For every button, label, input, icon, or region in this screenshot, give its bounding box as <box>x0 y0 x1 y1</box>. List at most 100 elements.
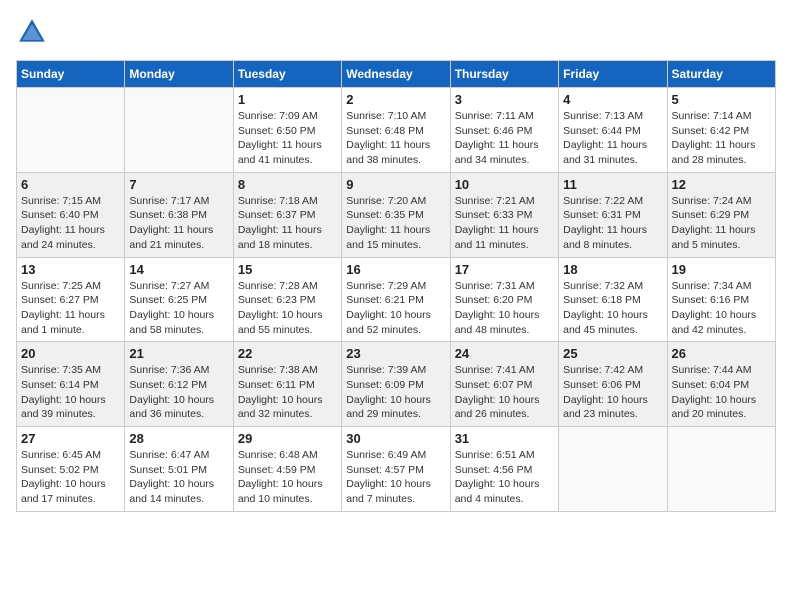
day-info: Sunrise: 7:14 AM Sunset: 6:42 PM Dayligh… <box>672 109 771 168</box>
day-number: 28 <box>129 431 228 446</box>
calendar-cell: 21Sunrise: 7:36 AM Sunset: 6:12 PM Dayli… <box>125 342 233 427</box>
day-number: 12 <box>672 177 771 192</box>
day-number: 16 <box>346 262 445 277</box>
calendar-cell: 28 Sunrise: 6:47 AM Sunset: 5:01 PM Dayli… <box>125 427 233 512</box>
logo <box>16 16 52 48</box>
day-info: Sunrise: 7:42 AM Sunset: 6:06 PM Dayligh… <box>563 363 662 422</box>
day-info: Sunrise: 7:27 AM Sunset: 6:25 PM Dayligh… <box>129 279 228 338</box>
day-number: 31 <box>455 431 554 446</box>
day-number: 13 <box>21 262 120 277</box>
day-header-sunday: Sunday <box>17 61 125 88</box>
day-info: Sunrise: 7:09 AM Sunset: 6:50 PM Dayligh… <box>238 109 337 168</box>
day-number: 15 <box>238 262 337 277</box>
calendar-cell: 26 Sunrise: 7:44 AM Sunset: 6:04 PM Dayli… <box>667 342 775 427</box>
day-number: 26 <box>672 346 771 361</box>
day-number: 14 <box>129 262 228 277</box>
day-header-friday: Friday <box>559 61 667 88</box>
calendar-cell: 11 Sunrise: 7:22 AM Sunset: 6:31 PM Dayli… <box>559 172 667 257</box>
week-row-3: 13 Sunrise: 7:25 AM Sunset: 6:27 PM Dayli… <box>17 257 776 342</box>
calendar-cell: 9 Sunrise: 7:20 AM Sunset: 6:35 PM Daylig… <box>342 172 450 257</box>
day-number: 6 <box>21 177 120 192</box>
calendar-cell <box>125 88 233 173</box>
day-info: Sunrise: 6:49 AM Sunset: 4:57 PM Dayligh… <box>346 448 445 507</box>
day-header-saturday: Saturday <box>667 61 775 88</box>
day-info: Sunrise: 7:39 AM Sunset: 6:09 PM Dayligh… <box>346 363 445 422</box>
day-header-thursday: Thursday <box>450 61 558 88</box>
calendar-cell: 19Sunrise: 7:34 AM Sunset: 6:16 PM Dayli… <box>667 257 775 342</box>
day-info: Sunrise: 6:47 AM Sunset: 5:01 PM Dayligh… <box>129 448 228 507</box>
day-number: 11 <box>563 177 662 192</box>
day-header-monday: Monday <box>125 61 233 88</box>
day-info: Sunrise: 7:24 AM Sunset: 6:29 PM Dayligh… <box>672 194 771 253</box>
day-info: Sunrise: 7:29 AM Sunset: 6:21 PM Dayligh… <box>346 279 445 338</box>
day-info: Sunrise: 6:48 AM Sunset: 4:59 PM Dayligh… <box>238 448 337 507</box>
day-number: 18 <box>563 262 662 277</box>
day-number: 23 <box>346 346 445 361</box>
calendar-cell: 7 Sunrise: 7:17 AM Sunset: 6:38 PM Daylig… <box>125 172 233 257</box>
day-info: Sunrise: 7:35 AM Sunset: 6:14 PM Dayligh… <box>21 363 120 422</box>
calendar-cell: 16 Sunrise: 7:29 AM Sunset: 6:21 PM Dayli… <box>342 257 450 342</box>
day-number: 22 <box>238 346 337 361</box>
day-header-tuesday: Tuesday <box>233 61 341 88</box>
calendar-cell: 30 Sunrise: 6:49 AM Sunset: 4:57 PM Dayli… <box>342 427 450 512</box>
day-number: 27 <box>21 431 120 446</box>
header-row: SundayMondayTuesdayWednesdayThursdayFrid… <box>17 61 776 88</box>
week-row-2: 6 Sunrise: 7:15 AM Sunset: 6:40 PM Daylig… <box>17 172 776 257</box>
day-number: 8 <box>238 177 337 192</box>
calendar-cell: 2Sunrise: 7:10 AM Sunset: 6:48 PM Daylig… <box>342 88 450 173</box>
calendar-cell <box>667 427 775 512</box>
day-number: 1 <box>238 92 337 107</box>
calendar-cell: 22 Sunrise: 7:38 AM Sunset: 6:11 PM Dayli… <box>233 342 341 427</box>
day-info: Sunrise: 7:28 AM Sunset: 6:23 PM Dayligh… <box>238 279 337 338</box>
day-info: Sunrise: 7:25 AM Sunset: 6:27 PM Dayligh… <box>21 279 120 338</box>
week-row-4: 20 Sunrise: 7:35 AM Sunset: 6:14 PM Dayli… <box>17 342 776 427</box>
calendar-cell: 8 Sunrise: 7:18 AM Sunset: 6:37 PM Daylig… <box>233 172 341 257</box>
day-info: Sunrise: 7:32 AM Sunset: 6:18 PM Dayligh… <box>563 279 662 338</box>
day-number: 25 <box>563 346 662 361</box>
day-info: Sunrise: 7:21 AM Sunset: 6:33 PM Dayligh… <box>455 194 554 253</box>
day-info: Sunrise: 6:51 AM Sunset: 4:56 PM Dayligh… <box>455 448 554 507</box>
calendar-cell: 3Sunrise: 7:11 AM Sunset: 6:46 PM Daylig… <box>450 88 558 173</box>
day-info: Sunrise: 7:13 AM Sunset: 6:44 PM Dayligh… <box>563 109 662 168</box>
day-info: Sunrise: 7:38 AM Sunset: 6:11 PM Dayligh… <box>238 363 337 422</box>
page-header <box>16 16 776 48</box>
calendar-cell: 17Sunrise: 7:31 AM Sunset: 6:20 PM Dayli… <box>450 257 558 342</box>
calendar-cell: 15 Sunrise: 7:28 AM Sunset: 6:23 PM Dayli… <box>233 257 341 342</box>
day-number: 3 <box>455 92 554 107</box>
day-info: Sunrise: 7:15 AM Sunset: 6:40 PM Dayligh… <box>21 194 120 253</box>
calendar-cell: 25 Sunrise: 7:42 AM Sunset: 6:06 PM Dayli… <box>559 342 667 427</box>
calendar-cell: 29Sunrise: 6:48 AM Sunset: 4:59 PM Dayli… <box>233 427 341 512</box>
calendar-cell: 18 Sunrise: 7:32 AM Sunset: 6:18 PM Dayli… <box>559 257 667 342</box>
logo-icon <box>16 16 48 48</box>
day-number: 4 <box>563 92 662 107</box>
day-header-wednesday: Wednesday <box>342 61 450 88</box>
day-number: 9 <box>346 177 445 192</box>
calendar-table: SundayMondayTuesdayWednesdayThursdayFrid… <box>16 60 776 512</box>
day-info: Sunrise: 7:22 AM Sunset: 6:31 PM Dayligh… <box>563 194 662 253</box>
day-number: 7 <box>129 177 228 192</box>
day-number: 21 <box>129 346 228 361</box>
calendar-cell <box>17 88 125 173</box>
calendar-cell: 31 Sunrise: 6:51 AM Sunset: 4:56 PM Dayli… <box>450 427 558 512</box>
day-info: Sunrise: 7:31 AM Sunset: 6:20 PM Dayligh… <box>455 279 554 338</box>
calendar-cell: 13 Sunrise: 7:25 AM Sunset: 6:27 PM Dayli… <box>17 257 125 342</box>
day-number: 19 <box>672 262 771 277</box>
day-info: Sunrise: 7:18 AM Sunset: 6:37 PM Dayligh… <box>238 194 337 253</box>
calendar-cell: 4 Sunrise: 7:13 AM Sunset: 6:44 PM Daylig… <box>559 88 667 173</box>
calendar-cell: 12 Sunrise: 7:24 AM Sunset: 6:29 PM Dayli… <box>667 172 775 257</box>
day-info: Sunrise: 7:44 AM Sunset: 6:04 PM Dayligh… <box>672 363 771 422</box>
day-info: Sunrise: 7:20 AM Sunset: 6:35 PM Dayligh… <box>346 194 445 253</box>
day-info: Sunrise: 7:17 AM Sunset: 6:38 PM Dayligh… <box>129 194 228 253</box>
calendar-cell: 24Sunrise: 7:41 AM Sunset: 6:07 PM Dayli… <box>450 342 558 427</box>
day-number: 5 <box>672 92 771 107</box>
day-info: Sunrise: 7:41 AM Sunset: 6:07 PM Dayligh… <box>455 363 554 422</box>
calendar-cell <box>559 427 667 512</box>
calendar-cell: 5 Sunrise: 7:14 AM Sunset: 6:42 PM Daylig… <box>667 88 775 173</box>
calendar-cell: 6 Sunrise: 7:15 AM Sunset: 6:40 PM Daylig… <box>17 172 125 257</box>
calendar-cell: 14 Sunrise: 7:27 AM Sunset: 6:25 PM Dayli… <box>125 257 233 342</box>
day-number: 20 <box>21 346 120 361</box>
calendar-cell: 20 Sunrise: 7:35 AM Sunset: 6:14 PM Dayli… <box>17 342 125 427</box>
day-number: 30 <box>346 431 445 446</box>
day-number: 10 <box>455 177 554 192</box>
calendar-cell: 1 Sunrise: 7:09 AM Sunset: 6:50 PM Daylig… <box>233 88 341 173</box>
